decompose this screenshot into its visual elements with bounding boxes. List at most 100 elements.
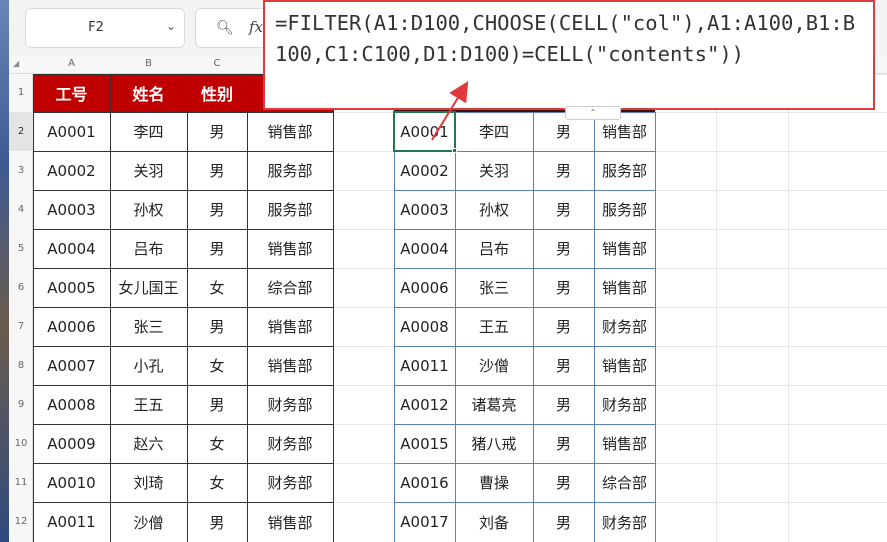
table1-cell[interactable]: A0010: [33, 463, 110, 502]
table1-cell[interactable]: A0007: [33, 346, 110, 385]
table1-cell[interactable]: 销售部: [247, 307, 333, 346]
row-header-6[interactable]: 6: [9, 268, 33, 307]
table2-cell[interactable]: 猪八戒: [455, 424, 533, 463]
table1-cell[interactable]: A0002: [33, 151, 110, 190]
table2-cell[interactable]: 男: [533, 307, 594, 346]
table2-cell[interactable]: 刘备: [455, 502, 533, 542]
table1-cell[interactable]: 男: [187, 229, 247, 268]
table1-cell[interactable]: 销售部: [247, 502, 333, 542]
fill-handle[interactable]: [452, 148, 457, 153]
table1-cell[interactable]: 王五: [110, 385, 187, 424]
table2-cell[interactable]: 诸葛亮: [455, 385, 533, 424]
table1-cell[interactable]: 销售部: [247, 346, 333, 385]
table2-cell[interactable]: A0002: [394, 151, 455, 190]
table1-cell[interactable]: 销售部: [247, 112, 333, 151]
table2-cell[interactable]: 沙僧: [455, 346, 533, 385]
table1-cell[interactable]: A0004: [33, 229, 110, 268]
row-header-4[interactable]: 4: [9, 190, 33, 229]
table1-header-cell[interactable]: 工号: [33, 74, 110, 112]
table2-cell[interactable]: 男: [533, 268, 594, 307]
table1-cell[interactable]: 关羽: [110, 151, 187, 190]
table1-cell[interactable]: A0003: [33, 190, 110, 229]
row-header-7[interactable]: 7: [9, 307, 33, 346]
table1-header-cell[interactable]: 姓名: [110, 74, 187, 112]
table1-cell[interactable]: 财务部: [247, 424, 333, 463]
table1-cell[interactable]: 男: [187, 502, 247, 542]
table1-cell[interactable]: A0008: [33, 385, 110, 424]
table1-cell[interactable]: 女: [187, 268, 247, 307]
row-header-2[interactable]: 2: [9, 112, 33, 151]
table2-cell[interactable]: 男: [533, 385, 594, 424]
table2-cell[interactable]: 服务部: [594, 190, 655, 229]
row-header-5[interactable]: 5: [9, 229, 33, 268]
zoom-icon[interactable]: 🔍︎: [216, 20, 234, 36]
table1-cell[interactable]: 小孔: [110, 346, 187, 385]
table2-cell[interactable]: 销售部: [594, 346, 655, 385]
table2-cell[interactable]: 王五: [455, 307, 533, 346]
table2-cell[interactable]: 男: [533, 151, 594, 190]
table2-cell[interactable]: 销售部: [594, 229, 655, 268]
table1-cell[interactable]: 女: [187, 463, 247, 502]
table2-cell[interactable]: 关羽: [455, 151, 533, 190]
table2-cell[interactable]: 男: [533, 502, 594, 542]
table1-cell[interactable]: 男: [187, 307, 247, 346]
row-header-8[interactable]: 8: [9, 346, 33, 385]
row-header-1[interactable]: 1: [9, 74, 33, 112]
table1-cell[interactable]: A0005: [33, 268, 110, 307]
row-header-9[interactable]: 9: [9, 385, 33, 424]
table2-cell[interactable]: 男: [533, 424, 594, 463]
table1-cell[interactable]: 服务部: [247, 190, 333, 229]
row-header-3[interactable]: 3: [9, 151, 33, 190]
column-header-a[interactable]: A: [33, 58, 110, 69]
table1-cell[interactable]: 女儿国王: [110, 268, 187, 307]
table2-cell[interactable]: 男: [533, 229, 594, 268]
table2-cell[interactable]: 吕布: [455, 229, 533, 268]
table1-cell[interactable]: 刘琦: [110, 463, 187, 502]
collapse-formula-button[interactable]: ⌃: [565, 106, 621, 120]
table2-cell[interactable]: A0017: [394, 502, 455, 542]
chevron-down-icon[interactable]: ⌄: [166, 19, 176, 33]
select-all-icon[interactable]: ◢: [13, 59, 19, 68]
column-header-b[interactable]: B: [110, 58, 187, 69]
table1-cell[interactable]: 吕布: [110, 229, 187, 268]
table2-cell[interactable]: A0011: [394, 346, 455, 385]
name-box[interactable]: F2 ⌄: [25, 8, 185, 48]
fx-icon[interactable]: fx: [249, 18, 263, 36]
row-header-11[interactable]: 11: [9, 463, 33, 502]
row-header-10[interactable]: 10: [9, 424, 33, 463]
table2-cell[interactable]: A0003: [394, 190, 455, 229]
table1-cell[interactable]: 女: [187, 346, 247, 385]
table2-cell[interactable]: 财务部: [594, 385, 655, 424]
table2-cell[interactable]: A0015: [394, 424, 455, 463]
table1-cell[interactable]: 李四: [110, 112, 187, 151]
table1-cell[interactable]: 孙权: [110, 190, 187, 229]
table2-cell[interactable]: 销售部: [594, 424, 655, 463]
row-header-12[interactable]: 12: [9, 502, 33, 542]
table2-cell[interactable]: 财务部: [594, 307, 655, 346]
table2-cell[interactable]: 孙权: [455, 190, 533, 229]
table1-cell[interactable]: 男: [187, 151, 247, 190]
table1-cell[interactable]: 赵六: [110, 424, 187, 463]
table1-cell[interactable]: 张三: [110, 307, 187, 346]
table2-cell[interactable]: A0004: [394, 229, 455, 268]
table2-cell[interactable]: A0012: [394, 385, 455, 424]
table1-cell[interactable]: 男: [187, 385, 247, 424]
table2-cell[interactable]: 男: [533, 346, 594, 385]
table1-cell[interactable]: 销售部: [247, 229, 333, 268]
table2-cell[interactable]: A0016: [394, 463, 455, 502]
table1-cell[interactable]: A0011: [33, 502, 110, 542]
table2-cell[interactable]: 男: [533, 463, 594, 502]
table1-cell[interactable]: 综合部: [247, 268, 333, 307]
table2-cell[interactable]: 张三: [455, 268, 533, 307]
table1-cell[interactable]: 男: [187, 190, 247, 229]
table2-cell[interactable]: A0006: [394, 268, 455, 307]
table1-cell[interactable]: A0009: [33, 424, 110, 463]
table1-cell[interactable]: 女: [187, 424, 247, 463]
active-cell-f2[interactable]: [393, 111, 456, 152]
table1-cell[interactable]: 服务部: [247, 151, 333, 190]
formula-bar-expanded[interactable]: =FILTER(A1:D100,CHOOSE(CELL("col"),A1:A1…: [263, 0, 875, 110]
table1-cell[interactable]: 财务部: [247, 385, 333, 424]
table1-cell[interactable]: A0006: [33, 307, 110, 346]
table2-cell[interactable]: 李四: [455, 112, 533, 151]
table1-cell[interactable]: 沙僧: [110, 502, 187, 542]
